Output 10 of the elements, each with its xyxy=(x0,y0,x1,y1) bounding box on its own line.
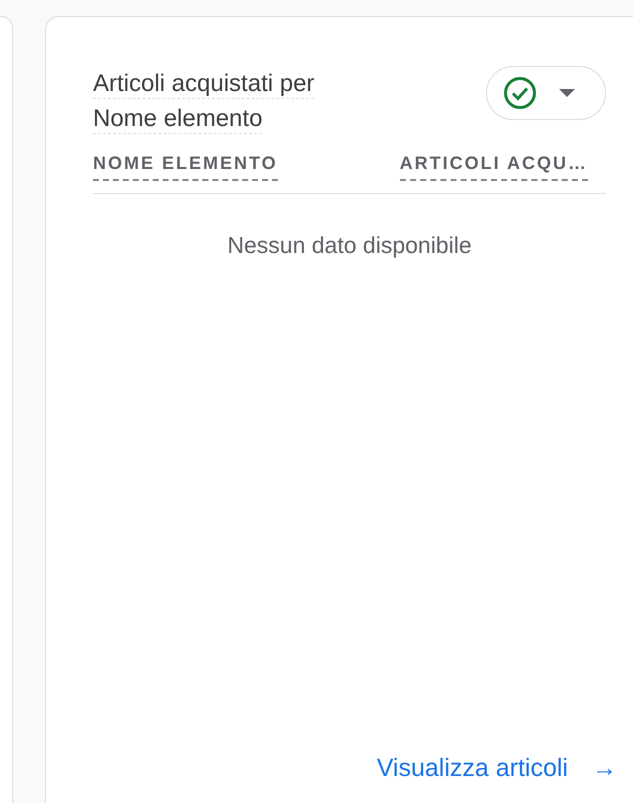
view-items-link[interactable]: Visualizza articoli → xyxy=(376,750,617,788)
card-title: Nome elemento xyxy=(93,105,262,134)
column-header[interactable]: ARTICOLI ACQU… xyxy=(400,150,588,181)
column-header[interactable]: NOME ELEMENTO xyxy=(93,150,278,181)
check-circle-icon xyxy=(503,76,537,110)
caret-icon xyxy=(559,89,575,97)
status-dropdown[interactable] xyxy=(486,66,606,120)
arrow-right-icon: → xyxy=(592,750,617,788)
empty-message: Nessun dato disponibile xyxy=(227,232,472,258)
card-title: Articoli acquistati per xyxy=(93,70,314,99)
